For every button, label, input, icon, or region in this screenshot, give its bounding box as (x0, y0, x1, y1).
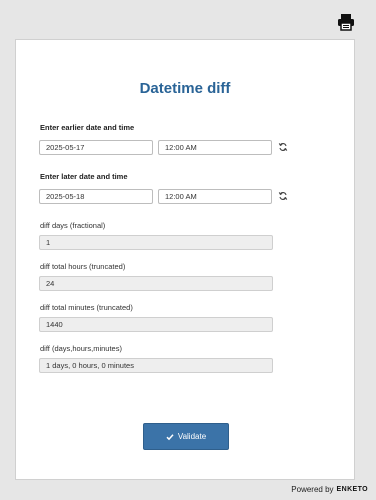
diff-days-field: 1 (39, 235, 273, 250)
later-reset-icon[interactable] (278, 191, 288, 201)
diff-dhm-label: diff (days,hours,minutes) (40, 344, 122, 353)
later-datetime-label: Enter later date and time (40, 172, 128, 181)
enketo-logo[interactable]: ENKETO (337, 486, 368, 493)
earlier-time-input[interactable]: 12:00 AM (158, 140, 272, 155)
later-date-input[interactable]: 2025-05-18 (39, 189, 153, 204)
diff-minutes-field: 1440 (39, 317, 273, 332)
form-title: Datetime diff (139, 80, 231, 97)
checkmark-icon (166, 433, 174, 440)
earlier-date-input[interactable]: 2025-05-17 (39, 140, 153, 155)
powered-by: Powered by ENKETO (291, 485, 368, 494)
diff-minutes-label: diff total minutes (truncated) (40, 303, 133, 312)
validate-button[interactable]: Validate (143, 423, 229, 450)
earlier-reset-icon[interactable] (278, 142, 288, 152)
diff-days-label: diff days (fractional) (40, 221, 106, 230)
form-card: Datetime diff Enter earlier date and tim… (15, 39, 355, 480)
diff-hours-field: 24 (39, 276, 273, 291)
print-button[interactable] (336, 12, 356, 32)
earlier-datetime-label: Enter earlier date and time (40, 123, 135, 132)
later-time-input[interactable]: 12:00 AM (158, 189, 272, 204)
print-icon (338, 14, 354, 31)
diff-dhm-field: 1 days, 0 hours, 0 minutes (39, 358, 273, 373)
diff-hours-label: diff total hours (truncated) (40, 262, 126, 271)
validate-label: Validate (177, 432, 207, 441)
powered-by-text: Powered by (291, 485, 334, 494)
